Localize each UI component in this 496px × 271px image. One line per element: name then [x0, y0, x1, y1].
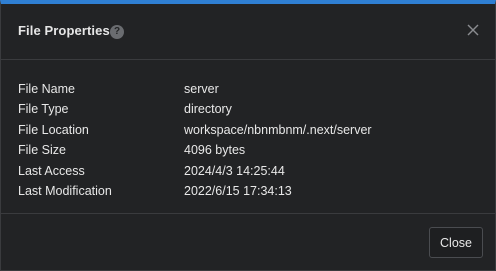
property-value: workspace/nbnmbnm/.next/server: [184, 122, 372, 137]
property-row-last-modification: Last Modification 2022/6/15 17:34:13: [18, 184, 495, 204]
property-label: File Name: [18, 82, 75, 96]
property-row-file-type: File Type directory: [18, 102, 495, 122]
property-label: File Type: [18, 102, 69, 117]
property-value: server: [184, 82, 219, 96]
dialog-footer: Close: [1, 213, 495, 270]
property-row-last-access: Last Access 2024/4/3 14:25:44: [18, 164, 495, 184]
dialog-header: File Properties ?: [1, 4, 495, 60]
property-value: 2024/4/3 14:25:44: [184, 163, 285, 178]
file-properties-dialog: File Properties ? File Name server File …: [0, 0, 496, 271]
property-value: 4096 bytes: [184, 143, 246, 158]
property-value: 2022/6/15 17:34:13: [184, 183, 292, 198]
property-label: Last Modification: [18, 183, 112, 198]
property-row-file-name: File Name server: [18, 82, 495, 102]
help-icon[interactable]: ?: [110, 25, 124, 39]
close-icon[interactable]: [465, 22, 481, 38]
property-label: File Location: [18, 122, 89, 137]
property-label: File Size: [18, 143, 66, 158]
property-row-file-location: File Location workspace/nbnmbnm/.next/se…: [18, 123, 495, 143]
property-label: Last Access: [18, 163, 85, 178]
property-row-file-size: File Size 4096 bytes: [18, 143, 495, 163]
close-button[interactable]: Close: [429, 227, 483, 258]
properties-list: File Name server File Type directory Fil…: [18, 82, 495, 204]
property-value: directory: [184, 102, 232, 117]
dialog-title: File Properties: [18, 23, 110, 38]
